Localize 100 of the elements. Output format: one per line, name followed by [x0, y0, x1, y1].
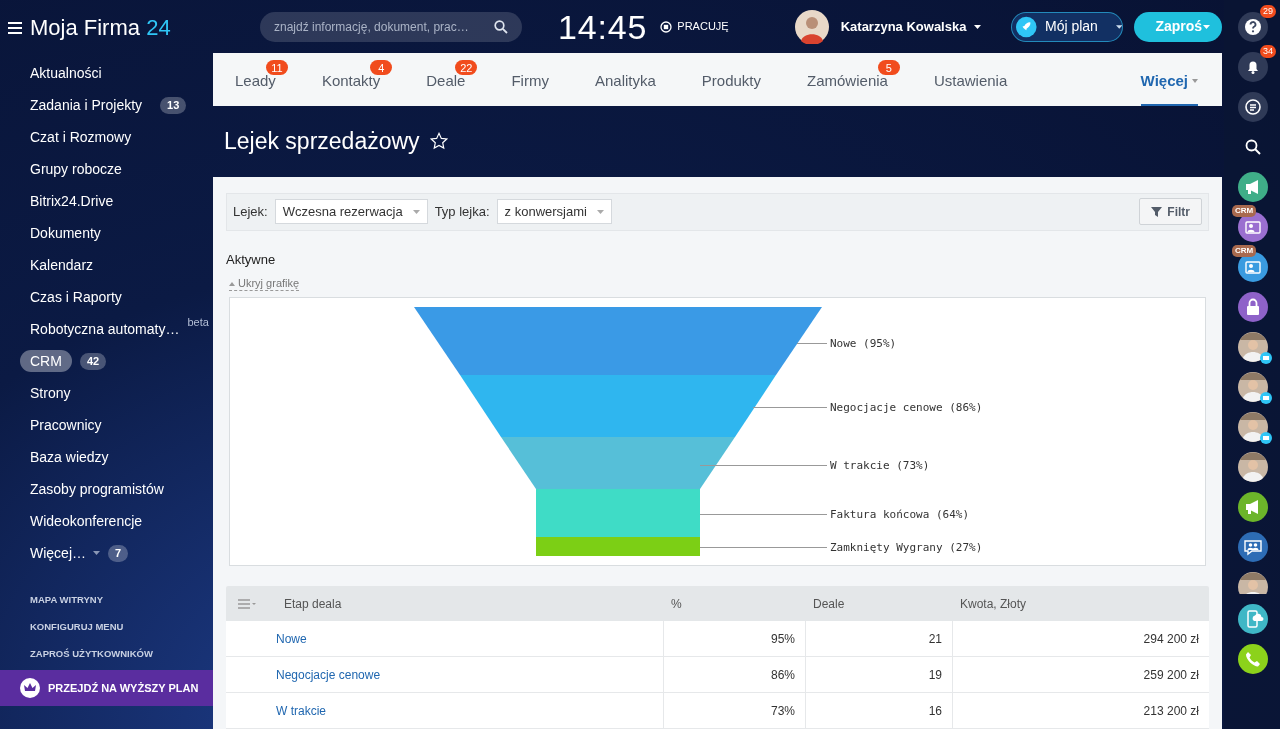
nav-tab[interactable]: Firmy: [511, 53, 549, 107]
menu-icon[interactable]: [8, 21, 22, 34]
app-logo[interactable]: Moja Firma 24: [30, 11, 171, 44]
stage-link[interactable]: W trakcie: [276, 701, 326, 720]
sidebar-item[interactable]: Czat i Rozmowy: [20, 126, 142, 148]
sidebar-item[interactable]: Więcej…: [20, 542, 96, 564]
leader-line: [796, 343, 828, 344]
search-icon[interactable]: [494, 19, 508, 34]
user-avatar[interactable]: [1238, 372, 1268, 402]
help-icon[interactable]: [1238, 12, 1268, 42]
sidebar-item[interactable]: Czas i Raporty: [20, 286, 132, 308]
phone-icon[interactable]: [1238, 644, 1268, 674]
column-header[interactable]: Deale: [803, 594, 950, 613]
field-label: Lejek:: [233, 202, 268, 221]
table-cell-text: 294 200 zł: [1143, 630, 1199, 648]
table-cell-text: 21: [928, 630, 942, 648]
stage-link[interactable]: Negocjacje cenowe: [276, 665, 381, 684]
column-header[interactable]: %: [661, 594, 803, 613]
caret-icon: [596, 209, 604, 214]
field-label: Typ lejka:: [434, 202, 490, 221]
phone-cloud-icon[interactable]: [1238, 604, 1268, 634]
sidebar-item[interactable]: Bitrix24.Drive: [20, 190, 124, 212]
counter-badge: 13: [160, 96, 187, 114]
sidebar-item[interactable]: Wideokonferencje: [20, 510, 153, 532]
counter-badge: 7: [108, 544, 129, 562]
count-badge: 29: [1260, 5, 1276, 18]
table-cell-text: 213 200 zł: [1143, 702, 1199, 720]
lock-icon[interactable]: [1238, 292, 1268, 322]
sidebar-item[interactable]: Zadania i Projekty: [20, 94, 153, 116]
sidebar-link[interactable]: KONFIGURUJ MENU: [30, 618, 213, 635]
plan-button[interactable]: Mój plan: [1011, 11, 1124, 42]
table-cell-text: 16: [928, 702, 942, 720]
hide-chart-link[interactable]: Ukryj grafikę: [229, 277, 300, 291]
user-avatar[interactable]: [1238, 332, 1268, 362]
funnel-select[interactable]: Wczesna rezerwacja: [274, 199, 428, 224]
caret-icon: [229, 281, 235, 286]
nav-tab[interactable]: Analityka: [594, 53, 656, 107]
sidebar-item[interactable]: Dokumenty: [20, 222, 111, 244]
column-header[interactable]: Etap deala: [274, 594, 661, 613]
sidebar-item[interactable]: Aktualności: [20, 62, 112, 84]
contact-card-icon[interactable]: [1238, 252, 1268, 282]
stage-label: Negocjacje cenowe (86%): [830, 401, 983, 414]
sidebar-item[interactable]: Zasoby programistów: [20, 478, 174, 500]
sidebar-item[interactable]: Grupy robocze: [20, 158, 132, 180]
crown-icon: [20, 678, 40, 698]
caret-icon: [1203, 24, 1210, 29]
filter-button[interactable]: Filtr: [1139, 198, 1202, 225]
user-avatar[interactable]: [794, 9, 829, 44]
nav-tab[interactable]: Więcej: [1140, 53, 1198, 107]
nav-tab[interactable]: Ustawienia: [933, 53, 1008, 107]
stage-link[interactable]: Nowe: [276, 629, 307, 648]
counter-badge: 42: [79, 352, 107, 370]
nav-tab[interactable]: Produkty: [701, 53, 762, 107]
group-chat-icon[interactable]: [1238, 532, 1268, 562]
table-cell-text: 86%: [770, 666, 795, 684]
work-status[interactable]: PRACUJĘ: [677, 18, 729, 35]
sidebar-link[interactable]: MAPA WITRYNY: [30, 591, 213, 608]
crm-tag: CRM: [1232, 245, 1257, 257]
sidebar-item[interactable]: Baza wiedzy: [20, 446, 119, 468]
megaphone-icon[interactable]: [1238, 492, 1268, 522]
megaphone-icon[interactable]: [1238, 172, 1268, 202]
table-cell-text: 259 200 zł: [1143, 666, 1199, 684]
sidebar-item[interactable]: Pracownicy: [20, 414, 112, 436]
upgrade-button[interactable]: PRZEJDŹ NA WYŻSZY PLAN: [0, 670, 213, 706]
caret-icon: [412, 209, 420, 214]
rocket-icon: [1016, 15, 1037, 38]
count-badge: 5: [877, 60, 900, 76]
stage-label: W trakcie (73%): [830, 459, 930, 472]
table-cell-text: 19: [928, 666, 942, 684]
section-title: Aktywne: [226, 250, 276, 269]
count-badge: 34: [1260, 45, 1276, 58]
filter-icon: [1151, 206, 1163, 217]
sidebar-item[interactable]: Kalendarz: [20, 254, 104, 276]
count-badge: 11: [265, 60, 288, 76]
stage-label: Nowe (95%): [830, 337, 897, 350]
user-avatar[interactable]: [1238, 572, 1268, 594]
user-avatar[interactable]: [1238, 452, 1268, 482]
type-select[interactable]: z konwersjami: [496, 199, 612, 224]
caret-icon: [974, 24, 982, 29]
crm-tag: CRM: [1232, 205, 1257, 217]
record-icon[interactable]: [660, 20, 673, 33]
table-cell-text: 73%: [770, 702, 795, 720]
notification-icon[interactable]: [1238, 52, 1268, 82]
caret-icon: [1192, 79, 1198, 83]
user-menu[interactable]: Katarzyna Kowalska: [840, 17, 982, 37]
sidebar-item[interactable]: Strony: [20, 382, 81, 404]
column-header[interactable]: Kwota, Złoty: [950, 594, 1209, 613]
count-badge: 22: [455, 60, 478, 76]
page-title: Lejek sprzedażowy: [224, 127, 420, 157]
user-avatar[interactable]: [1238, 412, 1268, 442]
sidebar-link[interactable]: ZAPROŚ UŻYTKOWNIKÓW: [30, 645, 213, 662]
count-badge: 4: [370, 60, 393, 76]
table-cell-text: 95%: [770, 630, 795, 648]
sidebar-item[interactable]: CRM: [20, 350, 72, 372]
stage-label: Faktura końcowa (64%): [830, 508, 970, 521]
star-icon[interactable]: [429, 132, 448, 151]
caret-icon: [1115, 24, 1123, 29]
chat-icon[interactable]: [1238, 92, 1268, 122]
contact-card-icon[interactable]: [1238, 212, 1268, 242]
beta-label: beta: [187, 315, 209, 330]
